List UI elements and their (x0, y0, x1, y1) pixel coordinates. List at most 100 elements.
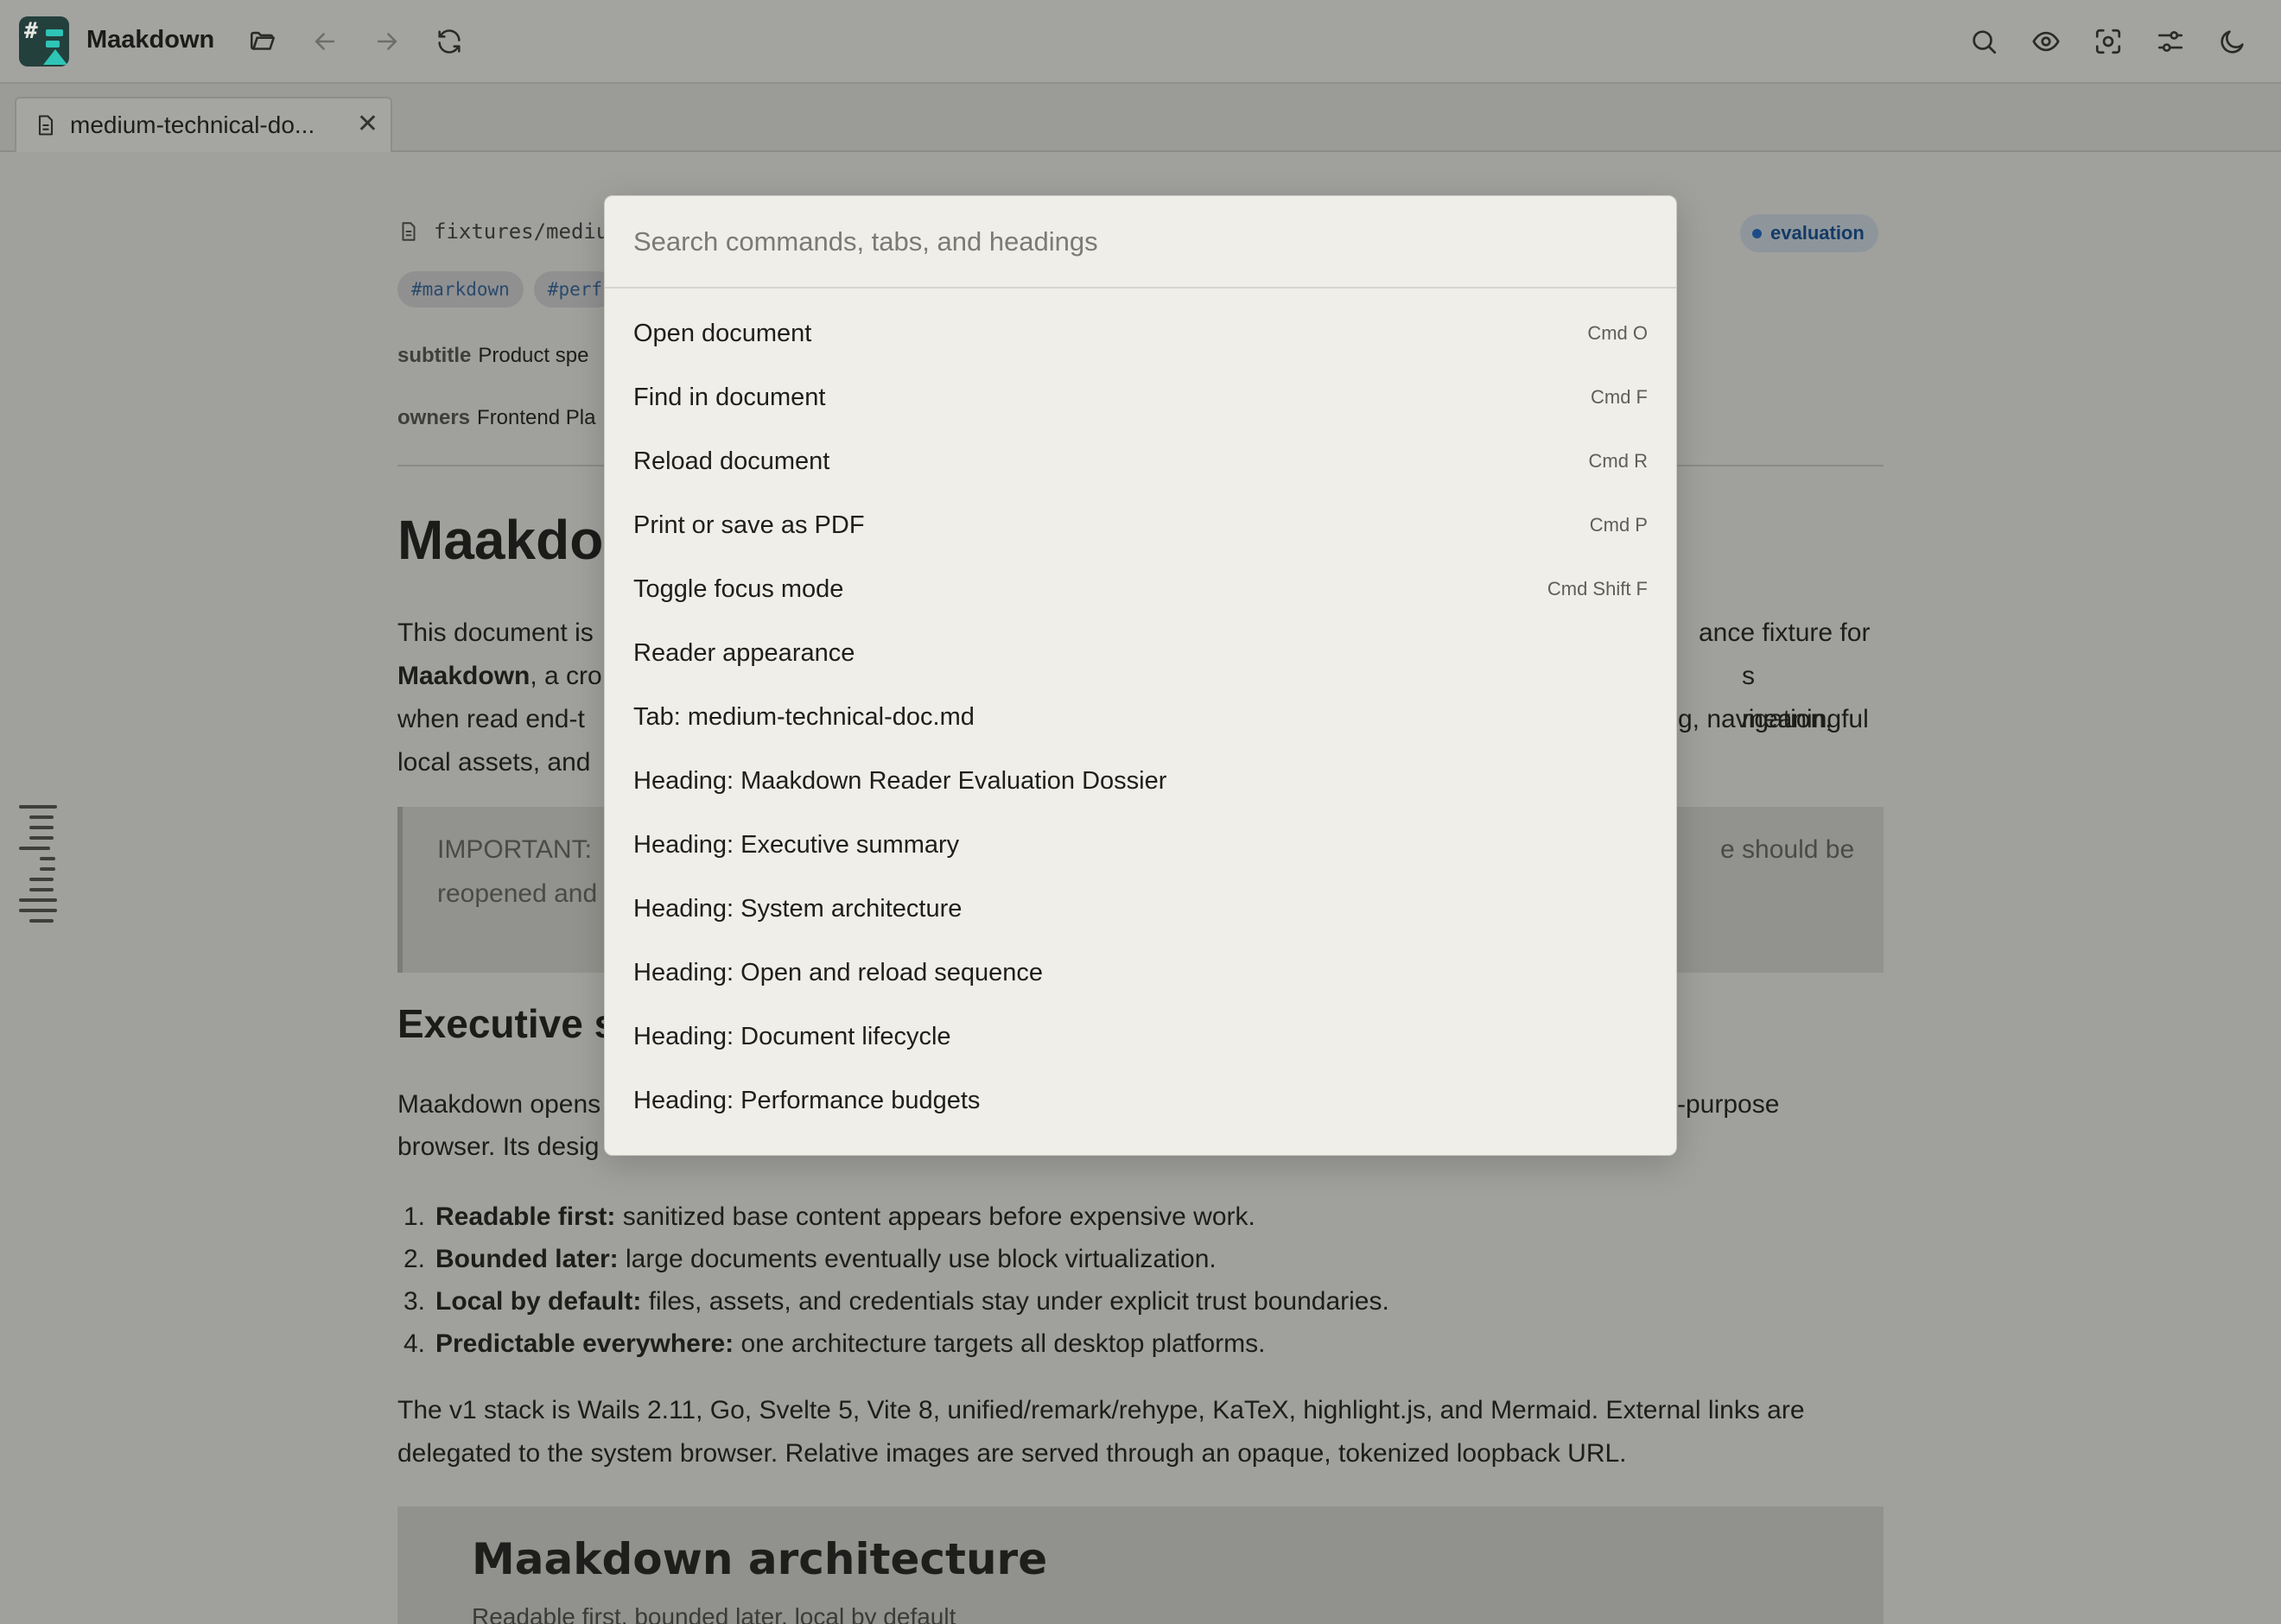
meta-key: subtitle (397, 344, 472, 367)
command-label: Heading: System architecture (633, 894, 963, 923)
principles-list: 1. Readable first: sanitized base content… (397, 1196, 1884, 1365)
command-list: Open document Cmd O Find in document Cmd F… (605, 301, 1676, 1132)
list-item-text: files, assets, and credentials stay unde… (641, 1287, 1389, 1316)
list-item-text: one architecture targets all desktop pla… (734, 1329, 1266, 1358)
file-icon (402, 222, 416, 241)
tag-chip[interactable]: #markdown (397, 271, 524, 308)
command-palette: Open document Cmd O Find in document Cmd F… (604, 195, 1677, 1156)
status-badge-label: evaluation (1770, 222, 1865, 244)
command-heading[interactable]: Heading: Executive summary (605, 813, 1676, 877)
command-label: Heading: Performance budgets (633, 1086, 981, 1114)
text-fragment: g, navigation, (1678, 705, 1833, 733)
command-open-document[interactable]: Open document Cmd O (605, 301, 1676, 365)
reload-icon[interactable] (429, 21, 470, 62)
app-name: Maakdown (86, 26, 215, 54)
forward-arrow-icon[interactable] (366, 21, 408, 62)
meta-subtitle: subtitle Product spe (397, 344, 588, 368)
eye-icon[interactable] (2025, 21, 2067, 62)
command-label: Tab: medium-technical-doc.md (633, 702, 975, 731)
diagram-subtitle: Readable first, bounded later, local by … (472, 1603, 956, 1624)
text-fragment: reopened and (437, 879, 598, 908)
list-number: 1. (403, 1202, 425, 1231)
diagram-title: Maakdown architecture (472, 1534, 1048, 1584)
command-tab[interactable]: Tab: medium-technical-doc.md (605, 685, 1676, 749)
command-label: Heading: Open and reload sequence (633, 958, 1044, 986)
list-item: 4. Predictable everywhere: one architectu… (397, 1323, 1884, 1365)
meta-value: Frontend Pla (477, 406, 596, 429)
tab-label: medium-technical-do... (70, 111, 315, 138)
meta-key: owners (397, 406, 471, 429)
text-fragment: local assets, and (397, 748, 591, 777)
command-label: Find in document (633, 383, 826, 411)
list-number: 2. (403, 1245, 425, 1273)
text-fragment: , a cro (530, 662, 602, 690)
command-heading[interactable]: Heading: Document lifecycle (605, 1005, 1676, 1069)
command-shortcut: Cmd P (1589, 514, 1648, 536)
list-item-bold: Readable first: (435, 1202, 616, 1231)
file-path-text: fixtures/mediu (434, 219, 609, 244)
meta-value: Product spe (478, 344, 589, 367)
title-bar: # Maakdown (0, 0, 2281, 84)
text-fragment: ance fixture for (1699, 619, 1871, 647)
command-label: Heading: Executive summary (633, 830, 960, 859)
moon-icon[interactable] (2212, 21, 2253, 62)
list-number: 3. (403, 1287, 425, 1316)
command-label: Open document (633, 319, 812, 347)
command-label: Reload document (633, 447, 830, 475)
command-label: Toggle focus mode (633, 574, 844, 603)
list-item: 3. Local by default: files, assets, and c… (397, 1280, 1884, 1323)
list-item-text: large documents eventually use block vir… (618, 1245, 1217, 1273)
status-dot-icon (1752, 228, 1762, 238)
command-heading[interactable]: Heading: System architecture (605, 877, 1676, 941)
list-number: 4. (403, 1329, 425, 1358)
status-badge: evaluation (1740, 214, 1878, 252)
document-title: Maakdo (397, 509, 604, 571)
tab-bar: medium-technical-do... ✕ (0, 84, 2281, 152)
command-label: Heading: Document lifecycle (633, 1022, 951, 1050)
command-shortcut: Cmd R (1588, 450, 1648, 472)
command-search-input[interactable] (605, 196, 1676, 289)
list-item-bold: Local by default: (435, 1287, 642, 1316)
command-shortcut: Cmd F (1591, 386, 1648, 408)
focus-icon[interactable] (2087, 21, 2129, 62)
back-arrow-icon[interactable] (304, 21, 346, 62)
command-find-in-document[interactable]: Find in document Cmd F (605, 365, 1676, 429)
text-fragment: e should be (1720, 835, 1855, 864)
command-reader-appearance[interactable]: Reader appearance (605, 621, 1676, 685)
text-fragment: IMPORTANT: (437, 835, 592, 864)
text-fragment: when read end-t (397, 705, 585, 733)
tab-medium-technical-doc[interactable]: medium-technical-do... ✕ (15, 97, 392, 152)
tag-list: #markdown #perf (397, 271, 617, 308)
close-tab-icon[interactable]: ✕ (357, 111, 378, 138)
text-fragment: Maakdown opens (397, 1090, 601, 1119)
list-item: 2. Bounded later: large documents eventua… (397, 1238, 1884, 1280)
list-item: 1. Readable first: sanitized base content… (397, 1196, 1884, 1238)
command-reload-document[interactable]: Reload document Cmd R (605, 429, 1676, 493)
command-heading[interactable]: Heading: Maakdown Reader Evaluation Doss… (605, 749, 1676, 813)
app-logo: # (19, 16, 69, 67)
text-fragment: Maakdown (397, 662, 531, 690)
command-shortcut: Cmd Shift F (1547, 578, 1648, 599)
file-path: fixtures/mediu (397, 219, 608, 244)
list-item-text: sanitized base content appears before ex… (615, 1202, 1255, 1231)
open-folder-icon[interactable] (242, 21, 283, 62)
architecture-diagram: Maakdown architecture Readable first, bo… (397, 1507, 1884, 1624)
command-shortcut: Cmd O (1587, 322, 1648, 344)
command-heading[interactable]: Heading: Performance budgets (605, 1069, 1676, 1132)
text-fragment: This document is (397, 619, 594, 647)
settings-sliders-icon[interactable] (2150, 21, 2191, 62)
command-toggle-focus-mode[interactable]: Toggle focus mode Cmd Shift F (605, 557, 1676, 621)
command-label: Print or save as PDF (633, 511, 865, 539)
meta-owners: owners Frontend Pla (397, 406, 595, 430)
command-heading[interactable]: Heading: Open and reload sequence (605, 941, 1676, 1005)
section-heading: Executive s (397, 1001, 617, 1046)
command-label: Reader appearance (633, 638, 855, 667)
document-icon (38, 115, 54, 136)
text-fragment: -purpose (1677, 1090, 1780, 1119)
search-icon[interactable] (1963, 21, 2005, 62)
command-print-pdf[interactable]: Print or save as PDF Cmd P (605, 493, 1676, 557)
list-item-bold: Bounded later: (435, 1245, 619, 1273)
text-fragment: browser. Its desig (397, 1132, 600, 1161)
stack-paragraph: The v1 stack is Wails 2.11, Go, Svelte 5… (397, 1396, 1805, 1468)
list-item-bold: Predictable everywhere: (435, 1329, 734, 1358)
